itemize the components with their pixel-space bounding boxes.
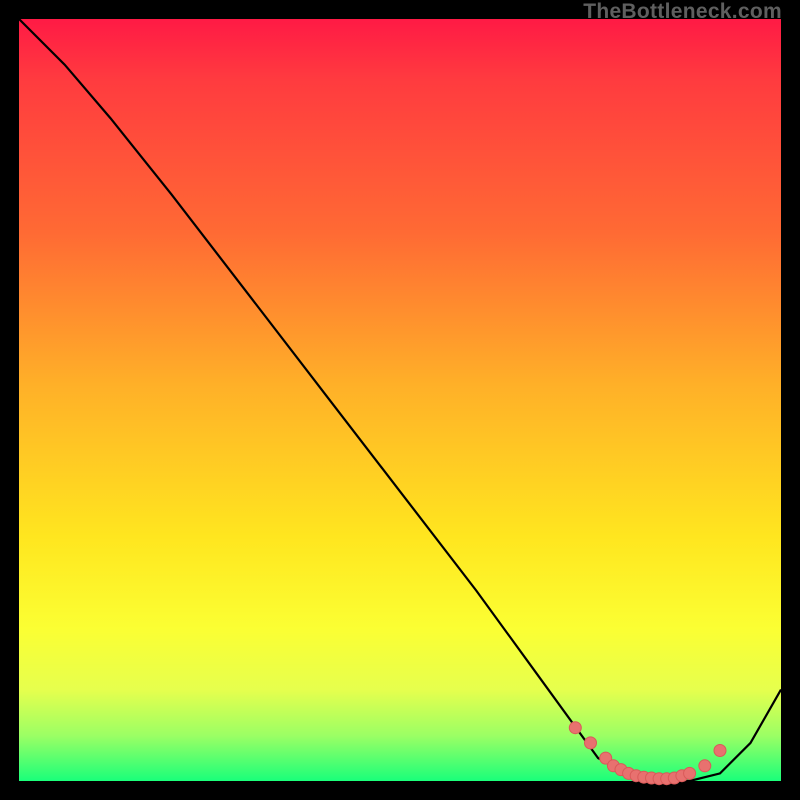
bottleneck-curve bbox=[19, 19, 781, 781]
marker-dot bbox=[699, 760, 711, 772]
marker-dot bbox=[714, 745, 726, 757]
bottleneck-curve-svg bbox=[0, 0, 800, 800]
marker-dot bbox=[569, 722, 581, 734]
optimal-range-markers bbox=[569, 722, 726, 785]
chart-stage: TheBottleneck.com bbox=[0, 0, 800, 800]
marker-dot bbox=[585, 737, 597, 749]
marker-dot bbox=[684, 767, 696, 779]
